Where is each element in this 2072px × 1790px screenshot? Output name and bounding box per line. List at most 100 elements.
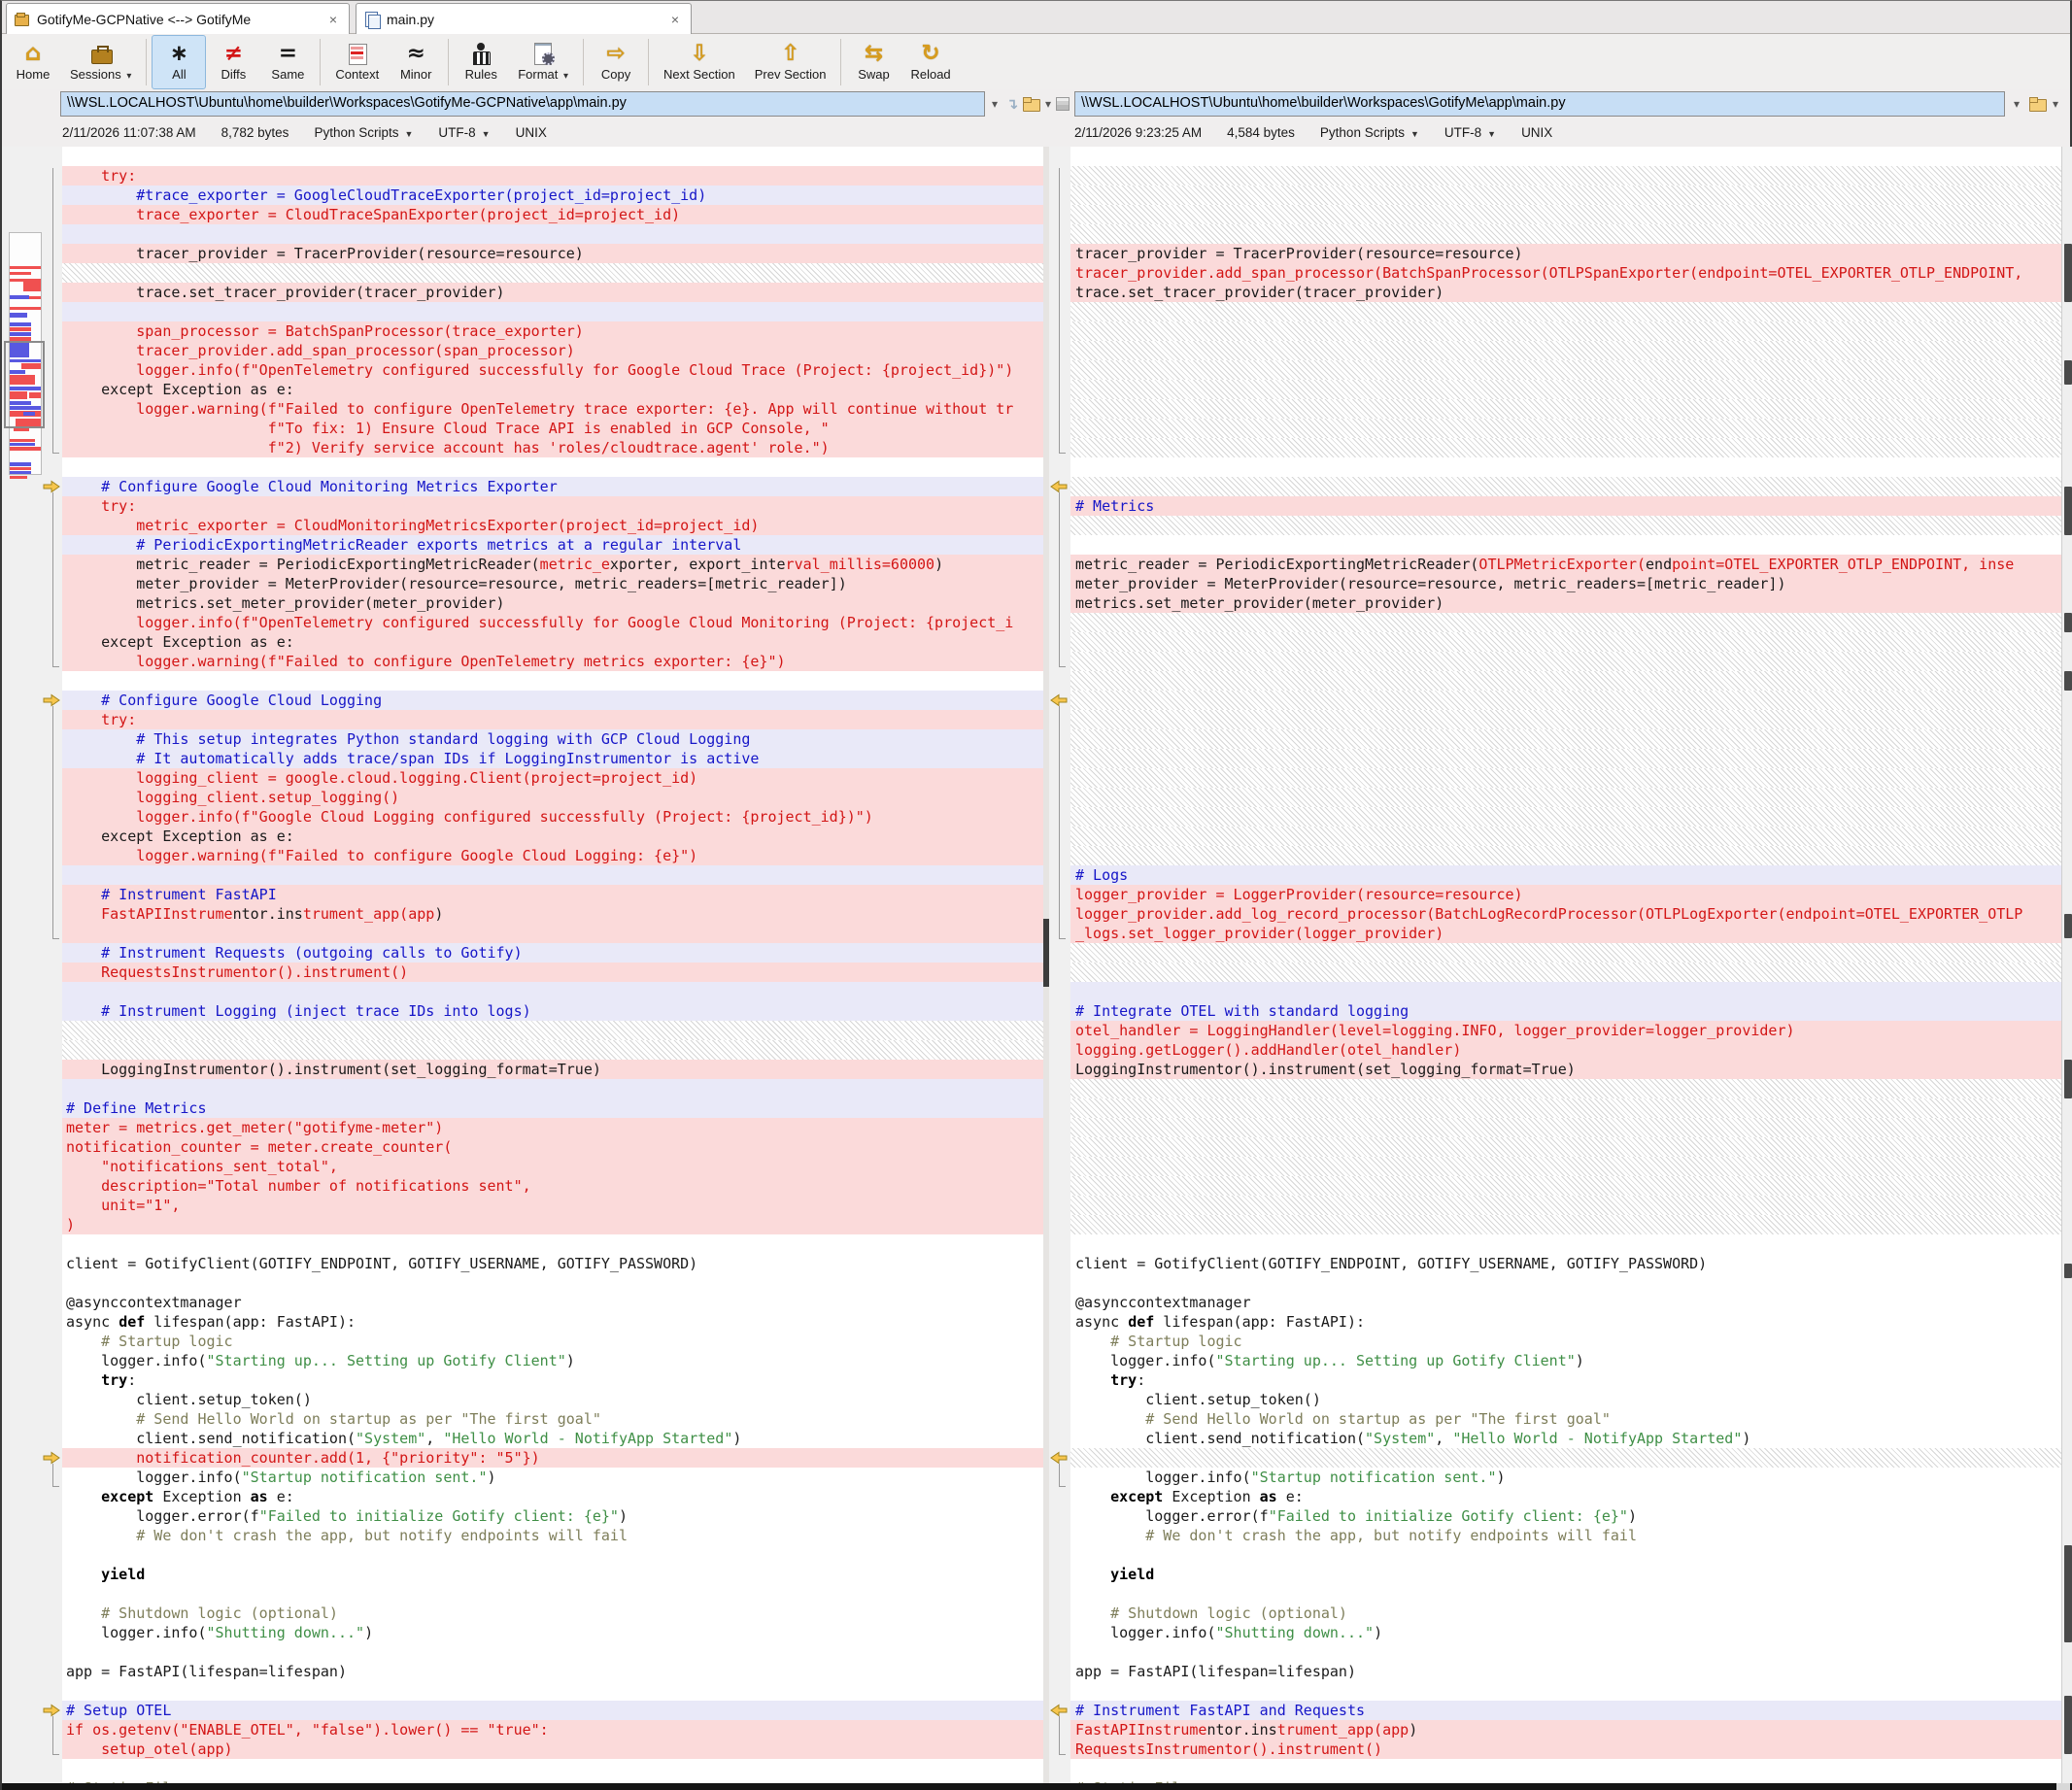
code-row[interactable]: metric_reader = PeriodicExportingMetricR… [62, 555, 1043, 574]
right-file-type-select[interactable]: Python Scripts▼ [1320, 125, 1419, 140]
code-row[interactable] [1070, 205, 2061, 224]
code-row[interactable]: yield [62, 1565, 1043, 1584]
copy-right-arrow-icon[interactable] [43, 693, 62, 707]
code-row[interactable] [1070, 166, 2061, 186]
code-row[interactable]: RequestsInstrumentor().instrument() [1070, 1739, 2061, 1759]
code-row[interactable]: client.setup_token() [62, 1390, 1043, 1409]
code-row[interactable] [1070, 1176, 2061, 1196]
code-row[interactable] [1070, 729, 2061, 749]
code-row[interactable]: metrics.set_meter_provider(meter_provide… [62, 593, 1043, 613]
swap-button[interactable]: ⇆Swap [846, 35, 900, 89]
code-row[interactable] [1070, 321, 2061, 341]
code-row[interactable]: # Instrument FastAPI [62, 885, 1043, 904]
code-row[interactable] [1070, 1118, 2061, 1137]
code-row[interactable]: tracer_provider = TracerProvider(resourc… [1070, 244, 2061, 263]
code-row[interactable] [62, 671, 1043, 691]
tab-session[interactable]: GotifyMe-GCPNative <--> GotifyMe × [6, 3, 350, 34]
code-row[interactable] [1070, 302, 2061, 321]
code-row[interactable] [1070, 807, 2061, 827]
left-load-icon[interactable]: ↴ [1004, 93, 1020, 115]
code-row[interactable]: "notifications_sent_total", [62, 1157, 1043, 1176]
code-row[interactable]: setup_otel(app) [62, 1739, 1043, 1759]
code-row[interactable]: # Shutdown logic (optional) [1070, 1604, 2061, 1623]
code-row[interactable] [1070, 399, 2061, 419]
code-row[interactable]: meter = metrics.get_meter("gotifyme-mete… [62, 1118, 1043, 1137]
code-row[interactable]: @asynccontextmanager [62, 1293, 1043, 1312]
sessions-dropdown-icon[interactable]: ▾ [126, 71, 131, 82]
code-row[interactable] [1070, 1157, 2061, 1176]
same-button[interactable]: =Same [260, 35, 315, 89]
code-row[interactable]: trace_exporter = CloudTraceSpanExporter(… [62, 205, 1043, 224]
code-row[interactable] [1070, 1584, 2061, 1604]
code-row[interactable] [1070, 710, 2061, 729]
code-row[interactable] [62, 147, 1043, 166]
code-row[interactable]: tracer_provider.add_span_processor(Batch… [1070, 263, 2061, 283]
code-row[interactable] [1070, 1642, 2061, 1662]
code-row[interactable] [1070, 360, 2061, 380]
code-row[interactable]: # We don't crash the app, but notify end… [62, 1526, 1043, 1545]
left-browse-button[interactable] [1022, 93, 1041, 115]
code-row[interactable] [1070, 1448, 2061, 1468]
code-row[interactable] [1070, 1215, 2061, 1234]
code-row[interactable]: LoggingInstrumentor().instrument(set_log… [1070, 1060, 2061, 1079]
code-row[interactable] [1070, 1273, 2061, 1293]
code-row[interactable]: client = GotifyClient(GOTIFY_ENDPOINT, G… [1070, 1254, 2061, 1273]
code-row[interactable]: client.send_notification("System", "Hell… [62, 1429, 1043, 1448]
code-row[interactable] [1070, 788, 2061, 807]
code-row[interactable]: logger_provider.add_log_record_processor… [1070, 904, 2061, 924]
code-row[interactable] [1070, 1759, 2061, 1778]
right-encoding-select[interactable]: UTF-8▼ [1444, 125, 1496, 140]
scrollbar-mark[interactable] [2064, 487, 2072, 535]
code-row[interactable]: trace.set_tracer_provider(tracer_provide… [62, 283, 1043, 302]
code-row[interactable] [1070, 1234, 2061, 1254]
rules-button[interactable]: Rules [454, 35, 508, 89]
code-row[interactable]: # Send Hello World on startup as per "Th… [62, 1409, 1043, 1429]
code-row[interactable] [1070, 1681, 2061, 1701]
code-row[interactable]: # We don't crash the app, but notify end… [1070, 1526, 2061, 1545]
code-row[interactable] [62, 1545, 1043, 1565]
code-row[interactable]: logger.warning(f"Failed to configure Ope… [62, 652, 1043, 671]
code-row[interactable] [1070, 186, 2061, 205]
code-row[interactable]: FastAPIInstrumentor.instrument_app(app) [62, 904, 1043, 924]
code-row[interactable] [1070, 963, 2061, 982]
code-row[interactable]: metric_exporter = CloudMonitoringMetrics… [62, 516, 1043, 535]
code-row[interactable]: except Exception as e: [62, 380, 1043, 399]
code-row[interactable] [62, 302, 1043, 321]
code-row[interactable]: # This setup integrates Python standard … [62, 729, 1043, 749]
right-path-input[interactable]: \\WSL.LOCALHOST\Ubuntu\home\builder\Work… [1074, 91, 2005, 117]
code-row[interactable] [62, 924, 1043, 943]
code-row[interactable]: try: [62, 1370, 1043, 1390]
minimap-viewport[interactable] [4, 341, 45, 428]
code-row[interactable]: # Startup logic [62, 1332, 1043, 1351]
code-row[interactable] [1070, 671, 2061, 691]
code-row[interactable]: logging_client = google.cloud.logging.Cl… [62, 768, 1043, 788]
code-row[interactable]: # Configure Google Cloud Logging [62, 691, 1043, 710]
left-file-type-select[interactable]: Python Scripts▼ [314, 125, 413, 140]
left-encoding-select[interactable]: UTF-8▼ [438, 125, 490, 140]
scrollbar-mark[interactable] [2064, 613, 2072, 632]
code-row[interactable]: # Startup logic [1070, 1332, 2061, 1351]
code-row[interactable]: logger.warning(f"Failed to configure Ope… [62, 399, 1043, 419]
code-row[interactable]: try: [62, 496, 1043, 516]
code-row[interactable]: notification_counter.add(1, {"priority":… [62, 1448, 1043, 1468]
code-row[interactable] [1070, 768, 2061, 788]
left-path-dropdown-icon[interactable]: ▾ [987, 93, 1002, 115]
right-browse-button[interactable] [2028, 93, 2048, 115]
code-row[interactable] [62, 457, 1043, 477]
code-row[interactable] [62, 1681, 1043, 1701]
copy-button[interactable]: ⇨Copy [589, 35, 643, 89]
close-icon[interactable]: × [667, 12, 683, 27]
code-row[interactable] [1070, 341, 2061, 360]
code-row[interactable]: # Shutdown logic (optional) [62, 1604, 1043, 1623]
code-row[interactable] [1070, 535, 2061, 555]
code-row[interactable] [1070, 1196, 2061, 1215]
code-row[interactable]: client.send_notification("System", "Hell… [1070, 1429, 2061, 1448]
code-row[interactable]: notification_counter = meter.create_coun… [62, 1137, 1043, 1157]
code-row[interactable]: logging.getLogger().addHandler(otel_hand… [1070, 1040, 2061, 1060]
code-row[interactable]: ) [62, 1215, 1043, 1234]
right-scrollbar[interactable] [2061, 147, 2072, 1784]
code-row[interactable]: except Exception as e: [1070, 1487, 2061, 1506]
code-row[interactable]: logger.info("Starting up... Setting up G… [62, 1351, 1043, 1370]
code-row[interactable] [62, 1234, 1043, 1254]
code-row[interactable]: logger.error(f"Failed to initialize Goti… [62, 1506, 1043, 1526]
